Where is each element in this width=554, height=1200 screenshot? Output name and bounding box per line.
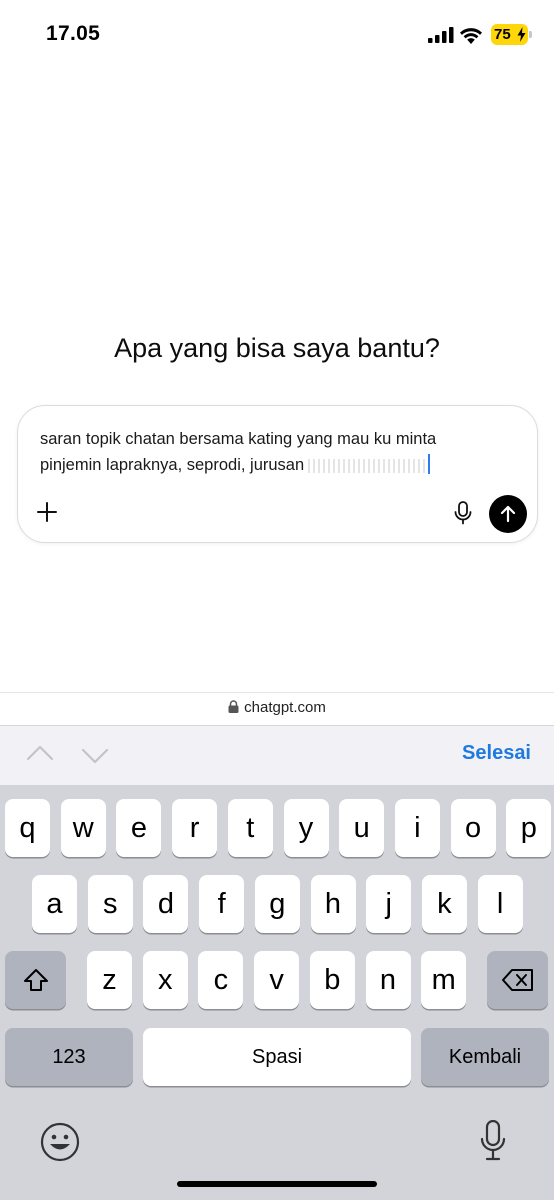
key-label: a: [46, 887, 63, 920]
key-label: i: [414, 811, 421, 844]
key-label: j: [385, 887, 392, 920]
key-label: p: [520, 811, 537, 844]
key-c[interactable]: c: [198, 951, 244, 1009]
key-label: w: [72, 811, 94, 844]
key-j[interactable]: j: [366, 875, 412, 933]
key-z[interactable]: z: [87, 951, 132, 1009]
key-q[interactable]: q: [5, 799, 50, 857]
key-i[interactable]: i: [394, 799, 440, 857]
numbers-key-label: 123: [52, 1045, 86, 1068]
numbers-key[interactable]: 123: [5, 1028, 133, 1086]
key-label: f: [217, 887, 226, 920]
backspace-icon: [501, 969, 533, 991]
key-w[interactable]: w: [60, 799, 106, 857]
status-time: 17.05: [46, 22, 101, 45]
key-a[interactable]: a: [32, 875, 77, 933]
key-label: d: [157, 887, 174, 920]
key-label: y: [298, 811, 314, 844]
arrow-up-icon: [500, 505, 516, 523]
url-display[interactable]: chatgpt.com: [0, 699, 554, 716]
space-key-label: Spasi: [251, 1045, 303, 1068]
done-button[interactable]: Selesai: [462, 742, 531, 765]
key-label: u: [353, 811, 370, 844]
key-l[interactable]: l: [477, 875, 523, 933]
key-v[interactable]: v: [254, 951, 300, 1009]
key-m[interactable]: m: [421, 951, 467, 1009]
status-bar: 17.05 75: [0, 0, 554, 72]
key-label: b: [324, 963, 341, 996]
shift-icon: [23, 969, 48, 991]
key-label: m: [431, 963, 456, 996]
plus-icon[interactable]: [36, 501, 58, 523]
key-b[interactable]: b: [309, 951, 355, 1009]
page-title: Apa yang bisa saya bantu?: [114, 333, 440, 363]
key-r[interactable]: r: [172, 799, 218, 857]
key-label: c: [213, 963, 229, 996]
key-label: q: [19, 811, 36, 844]
return-key[interactable]: Kembali: [421, 1028, 549, 1086]
key-label: x: [157, 963, 173, 996]
key-h[interactable]: h: [310, 875, 356, 933]
battery-nub: [529, 31, 532, 38]
url-domain: chatgpt.com: [244, 699, 326, 716]
charging-bolt-icon: [517, 27, 526, 42]
key-d[interactable]: d: [143, 875, 189, 933]
delete-key[interactable]: [487, 951, 548, 1009]
key-label: r: [189, 811, 200, 844]
key-t[interactable]: t: [227, 799, 273, 857]
chevron-down-icon[interactable]: [81, 746, 109, 766]
redacted-text: [308, 458, 429, 473]
chevron-up-icon[interactable]: [26, 743, 54, 763]
message-line-2: pinjemin lapraknya, seprodi, jurusan: [40, 456, 305, 474]
key-label: e: [130, 811, 147, 844]
wifi-icon: [460, 28, 482, 44]
space-key[interactable]: Spasi: [143, 1028, 411, 1086]
key-label: s: [102, 887, 118, 920]
key-label: o: [465, 811, 482, 844]
key-label: h: [324, 887, 342, 920]
key-label: k: [437, 887, 452, 920]
return-key-label: Kembali: [448, 1045, 522, 1068]
browser-url-bar[interactable]: chatgpt.com: [0, 692, 554, 725]
message-line-1: saran topik chatan bersama kating yang m…: [40, 430, 437, 448]
key-x[interactable]: x: [142, 951, 188, 1009]
key-label: n: [379, 963, 397, 996]
send-button[interactable]: [489, 495, 527, 533]
key-n[interactable]: n: [365, 951, 411, 1009]
message-input[interactable]: saran topik chatan bersama kating yang m…: [40, 426, 510, 478]
cellular-signal-icon: [428, 27, 454, 43]
key-k[interactable]: k: [421, 875, 467, 933]
shift-key[interactable]: [5, 951, 66, 1009]
key-o[interactable]: o: [450, 799, 496, 857]
battery-indicator: 75: [491, 24, 528, 45]
keyboard-toolbar: Selesai: [0, 725, 554, 785]
lock-icon: [228, 700, 239, 713]
key-g[interactable]: g: [254, 875, 300, 933]
key-label: g: [269, 887, 286, 920]
battery-percentage: 75: [494, 26, 511, 43]
key-e[interactable]: e: [116, 799, 162, 857]
key-f[interactable]: f: [199, 875, 245, 933]
key-y[interactable]: y: [283, 799, 329, 857]
key-label: z: [102, 963, 117, 996]
key-label: t: [246, 811, 255, 844]
home-indicator: [177, 1181, 377, 1187]
key-label: v: [269, 963, 284, 996]
key-p[interactable]: p: [506, 799, 552, 857]
microphone-icon[interactable]: [453, 501, 473, 525]
emoji-icon[interactable]: [40, 1122, 80, 1162]
key-u[interactable]: u: [339, 799, 385, 857]
dictation-icon[interactable]: [480, 1120, 506, 1162]
message-composer[interactable]: saran topik chatan bersama kating yang m…: [17, 405, 538, 543]
text-cursor: [428, 454, 431, 474]
key-s[interactable]: s: [87, 875, 133, 933]
key-label: l: [496, 887, 504, 920]
